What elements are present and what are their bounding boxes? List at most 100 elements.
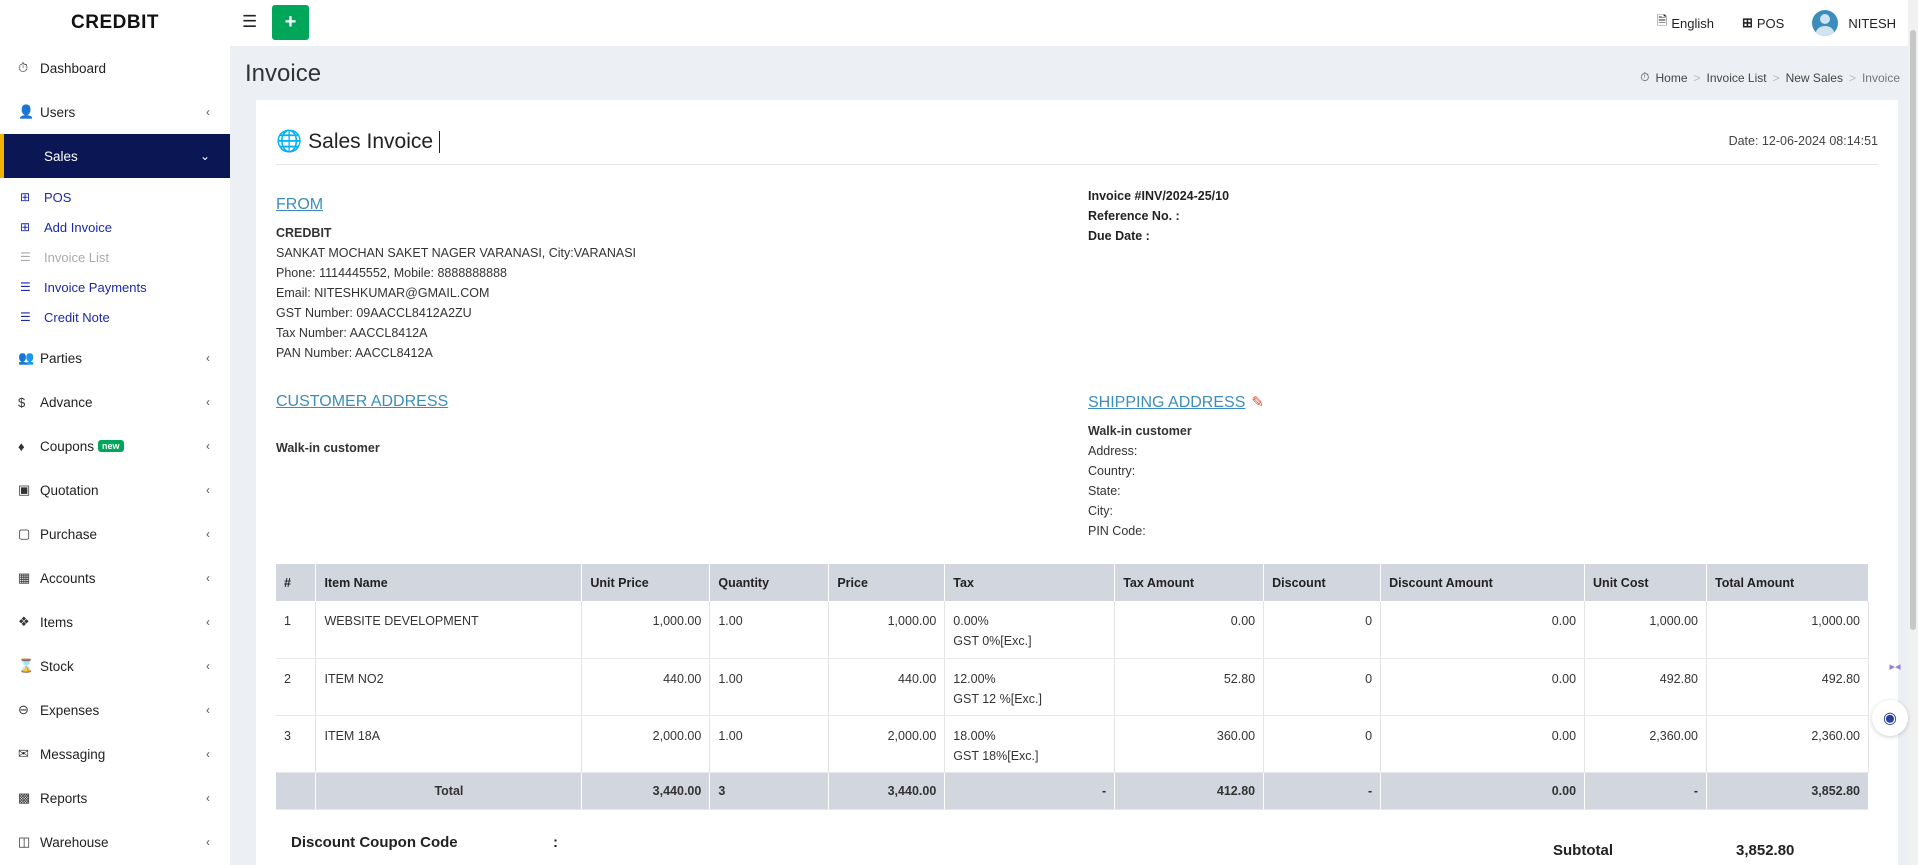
company-tax: Tax Number: AACCL8412A bbox=[276, 326, 428, 340]
sidebar-item-label: Stock bbox=[40, 658, 74, 674]
list-icon: ☰ bbox=[20, 280, 31, 294]
parties-icon: 👥 bbox=[18, 350, 35, 365]
sidebar-item-expenses[interactable]: ⊖ Expenses ‹ bbox=[0, 688, 230, 732]
envelope-icon: ✉ bbox=[18, 746, 29, 761]
table-header-row: # Item Name Unit Price Quantity Price Ta… bbox=[276, 564, 1870, 601]
sidebar-item-dashboard[interactable]: ⏱ Dashboard bbox=[0, 46, 230, 90]
sidebar-item-items[interactable]: ❖ Items ‹ bbox=[0, 600, 230, 644]
from-section: FROM CREDBIT SANKAT MOCHAN SAKET NAGER V… bbox=[276, 195, 636, 363]
sidebar-subitem-add-invoice[interactable]: ⊞ Add Invoice bbox=[0, 212, 230, 242]
col-header: # bbox=[276, 564, 317, 601]
company-gst: GST Number: 09AACCL8412A2ZU bbox=[276, 306, 472, 320]
ship-country: Country: bbox=[1088, 464, 1136, 478]
chat-assistant-icon[interactable]: ◉ bbox=[1872, 700, 1908, 736]
cell-price: 1,000.00 bbox=[828, 601, 946, 659]
cell-tax-amount: 0.00 bbox=[1114, 601, 1265, 659]
coupon-colon: : bbox=[553, 834, 558, 851]
translate-widget-icon[interactable]: ▸◂ bbox=[1884, 655, 1906, 677]
scrollbar[interactable] bbox=[1908, 0, 1918, 865]
cell-discount: 0 bbox=[1263, 658, 1382, 716]
breadcrumb-invoice-list[interactable]: Invoice List bbox=[1707, 71, 1767, 85]
sidebar-item-accounts[interactable]: ▦ Accounts ‹ bbox=[0, 556, 230, 600]
sidebar-subitem-label: Add Invoice bbox=[44, 219, 112, 235]
user-menu[interactable]: NITESH bbox=[1812, 10, 1896, 36]
subtotal-value: 3,852.80 bbox=[1736, 842, 1795, 859]
customer-section: CUSTOMER ADDRESS Walk-in customer bbox=[276, 393, 448, 455]
sidebar-subitem-label: Invoice Payments bbox=[44, 279, 147, 295]
bar-chart-icon: ▩ bbox=[18, 790, 31, 805]
shipping-heading[interactable]: SHIPPING ADDRESS bbox=[1088, 393, 1245, 413]
chevron-left-icon: ‹ bbox=[206, 351, 210, 365]
chevron-left-icon: ‹ bbox=[206, 395, 210, 409]
language-selector[interactable]: 🗎 English bbox=[1657, 12, 1714, 34]
cell-quantity: 1.00 bbox=[709, 601, 830, 659]
total-amount: 3,852.80 bbox=[1706, 772, 1870, 810]
minus-circle-icon: ⊖ bbox=[18, 702, 29, 717]
sidebar-subitem-label: POS bbox=[44, 189, 72, 205]
cell-item-name: ITEM 18A bbox=[315, 715, 583, 773]
sidebar-item-stock[interactable]: ⌛ Stock ‹ bbox=[0, 644, 230, 688]
sidebar-item-quotation[interactable]: ▣ Quotation ‹ bbox=[0, 468, 230, 512]
sidebar-item-label: Expenses bbox=[40, 702, 100, 718]
col-header: Discount Amount bbox=[1380, 564, 1586, 601]
total-discount-amount: 0.00 bbox=[1380, 772, 1586, 810]
chevron-left-icon: ‹ bbox=[206, 105, 210, 119]
chevron-down-icon: ⌄ bbox=[199, 149, 210, 163]
breadcrumb-new-sales[interactable]: New Sales bbox=[1786, 71, 1843, 85]
quick-add-button[interactable]: + bbox=[272, 5, 309, 40]
user-name: NITESH bbox=[1848, 15, 1896, 31]
col-header: Unit Cost bbox=[1584, 564, 1707, 601]
sidebar-item-messaging[interactable]: ✉ Messaging ‹ bbox=[0, 732, 230, 776]
sidebar-subitem-label: Credit Note bbox=[44, 309, 110, 325]
sidebar-subitem-credit-note[interactable]: ☰ Credit Note bbox=[0, 302, 230, 332]
sidebar-item-label: Sales bbox=[44, 148, 78, 164]
col-header: Discount bbox=[1263, 564, 1382, 601]
invoice-number: Invoice #INV/2024-25/10 bbox=[1088, 189, 1230, 203]
sidebar-item-sales[interactable]: Sales ⌄ bbox=[0, 134, 230, 178]
total-unit-cost: - bbox=[1584, 772, 1707, 810]
brand-logo[interactable]: CREDBIT bbox=[0, 0, 230, 46]
sidebar-item-users[interactable]: 👤 Users ‹ bbox=[0, 90, 230, 134]
cell-discount: 0 bbox=[1263, 601, 1382, 659]
chevron-left-icon: ‹ bbox=[206, 747, 210, 761]
sidebar-item-parties[interactable]: 👥 Parties ‹ bbox=[0, 336, 230, 380]
pos-link[interactable]: ⊞ POS bbox=[1742, 15, 1784, 31]
cell-price: 2,000.00 bbox=[828, 715, 946, 773]
sidebar-item-label: Items bbox=[40, 614, 74, 630]
tax-type: GST 18%[Exc.] bbox=[953, 748, 1039, 763]
sidebar-item-warehouse[interactable]: ◫ Warehouse ‹ bbox=[0, 820, 230, 864]
sidebar-item-advance[interactable]: $ Advance ‹ bbox=[0, 380, 230, 424]
cell-unit-price: 440.00 bbox=[581, 658, 711, 716]
dashboard-icon: ⏱ bbox=[1640, 70, 1650, 84]
sidebar-subitem-label: Invoice List bbox=[44, 249, 110, 265]
dashboard-icon: ⏱ bbox=[18, 60, 29, 75]
sidebar-item-reports[interactable]: ▩ Reports ‹ bbox=[0, 776, 230, 820]
sidebar-subitem-invoice-list[interactable]: ☰ Invoice List bbox=[0, 242, 230, 272]
total-label: Total bbox=[315, 772, 583, 810]
sidebar-subitem-invoice-payments[interactable]: ☰ Invoice Payments bbox=[0, 272, 230, 302]
sidebar-item-label: Messaging bbox=[40, 746, 106, 762]
cubes-icon: ❖ bbox=[18, 614, 30, 629]
sidebar-item-purchase[interactable]: ▢ Purchase ‹ bbox=[0, 512, 230, 556]
breadcrumb-home[interactable]: Home bbox=[1656, 71, 1688, 85]
from-heading[interactable]: FROM bbox=[276, 195, 636, 215]
tax-rate: 12.00% bbox=[953, 671, 996, 686]
language-label: English bbox=[1671, 15, 1714, 31]
cell-item-name: WEBSITE DEVELOPMENT bbox=[315, 601, 583, 659]
edit-icon[interactable]: ✎ bbox=[1251, 393, 1264, 413]
col-header: Quantity bbox=[709, 564, 830, 601]
invoice-date: Date: 12-06-2024 08:14:51 bbox=[1728, 134, 1878, 148]
table-row: 2 ITEM NO2 440.00 1.00 440.00 12.00% GST … bbox=[276, 658, 1870, 716]
hamburger-icon[interactable]: ☰ bbox=[242, 12, 257, 32]
chevron-left-icon: ‹ bbox=[206, 439, 210, 453]
scrollbar-thumb[interactable] bbox=[1910, 30, 1916, 630]
chevron-left-icon: ‹ bbox=[206, 703, 210, 717]
language-icon: 🗎 bbox=[1656, 13, 1668, 28]
breadcrumb-separator: > bbox=[1772, 70, 1780, 85]
customer-heading[interactable]: CUSTOMER ADDRESS bbox=[276, 393, 448, 411]
due-date: Due Date : bbox=[1088, 229, 1150, 243]
sidebar-item-label: Users bbox=[40, 104, 76, 120]
col-header: Price bbox=[828, 564, 946, 601]
sidebar-subitem-pos[interactable]: ⊞ POS bbox=[0, 182, 230, 212]
sidebar-item-coupons[interactable]: ♦ Coupons new ‹ bbox=[0, 424, 230, 468]
